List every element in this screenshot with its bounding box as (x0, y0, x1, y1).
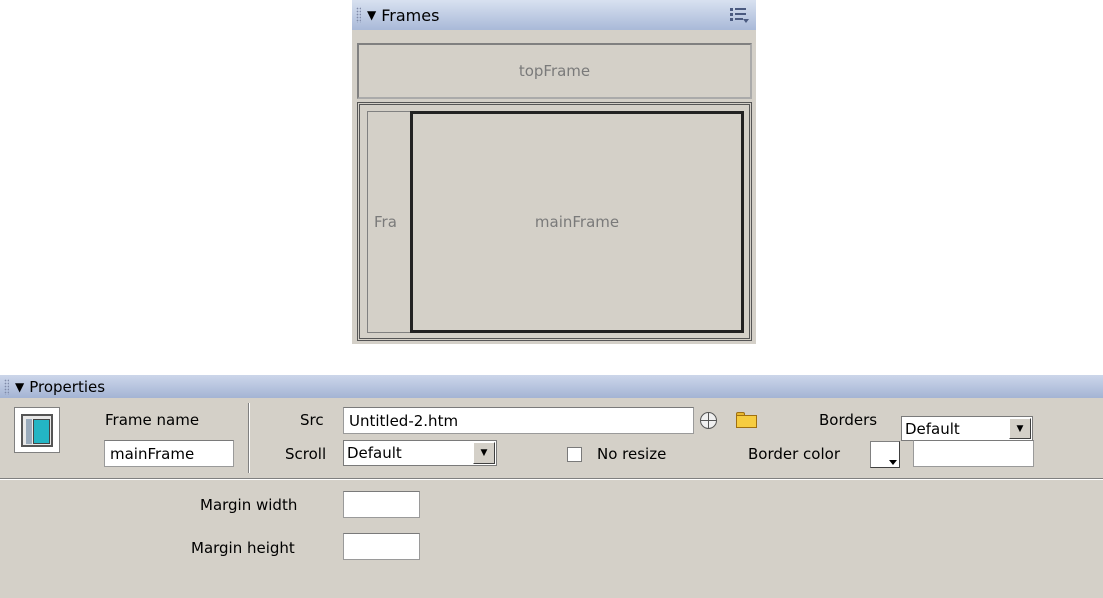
src-input[interactable]: Untitled-2.htm (343, 407, 694, 434)
collapse-arrow-icon[interactable]: ▼ (367, 8, 376, 22)
options-menu-icon[interactable] (730, 7, 749, 23)
border-color-input[interactable] (913, 440, 1034, 467)
properties-panel-titlebar[interactable]: ▼ Properties (0, 375, 1103, 398)
grip-icon[interactable] (356, 7, 361, 23)
left-frame[interactable]: Fra (367, 111, 411, 333)
chevron-down-icon[interactable]: ▼ (1009, 418, 1031, 439)
margin-width-label: Margin width (200, 496, 298, 514)
chevron-down-icon[interactable]: ▼ (473, 442, 495, 464)
frames-panel-title: Frames (381, 5, 440, 25)
borders-label: Borders (819, 411, 878, 429)
properties-panel: ▼ Properties Frame name mainFrame Src Un… (0, 375, 1103, 598)
margin-width-input[interactable] (343, 491, 420, 518)
borders-select[interactable]: Default ▼ (901, 416, 1033, 441)
grip-icon[interactable] (4, 378, 9, 395)
margin-height-input[interactable] (343, 533, 420, 560)
top-frame[interactable]: topFrame (357, 43, 752, 99)
margin-height-label: Margin height (191, 539, 295, 557)
collapse-arrow-icon[interactable]: ▼ (15, 380, 24, 394)
divider (0, 478, 1103, 480)
scroll-label: Scroll (285, 445, 327, 463)
border-color-label: Border color (748, 445, 840, 463)
frames-panel-titlebar[interactable]: ▼ Frames (352, 0, 756, 30)
frame-name-label: Frame name (105, 411, 200, 429)
point-to-file-icon[interactable] (700, 412, 717, 429)
top-frame-label: topFrame (518, 62, 591, 80)
no-resize-label: No resize (597, 445, 667, 463)
frame-name-input[interactable]: mainFrame (104, 440, 234, 467)
src-label: Src (300, 411, 324, 429)
frame-type-icon (14, 407, 60, 453)
main-frame-label: mainFrame (534, 213, 620, 231)
separator (248, 403, 250, 473)
border-color-swatch[interactable] (870, 441, 900, 468)
folder-icon[interactable] (736, 412, 758, 429)
no-resize-checkbox[interactable] (567, 447, 582, 462)
main-frame[interactable]: mainFrame (410, 111, 744, 333)
properties-panel-title: Properties (29, 377, 106, 396)
scroll-select[interactable]: Default ▼ (343, 440, 497, 466)
frames-panel: ▼ Frames topFrame Fra mainFrame (352, 0, 756, 344)
frameset-outline[interactable]: Fra mainFrame (357, 102, 752, 341)
left-frame-label: Fra (374, 213, 397, 231)
